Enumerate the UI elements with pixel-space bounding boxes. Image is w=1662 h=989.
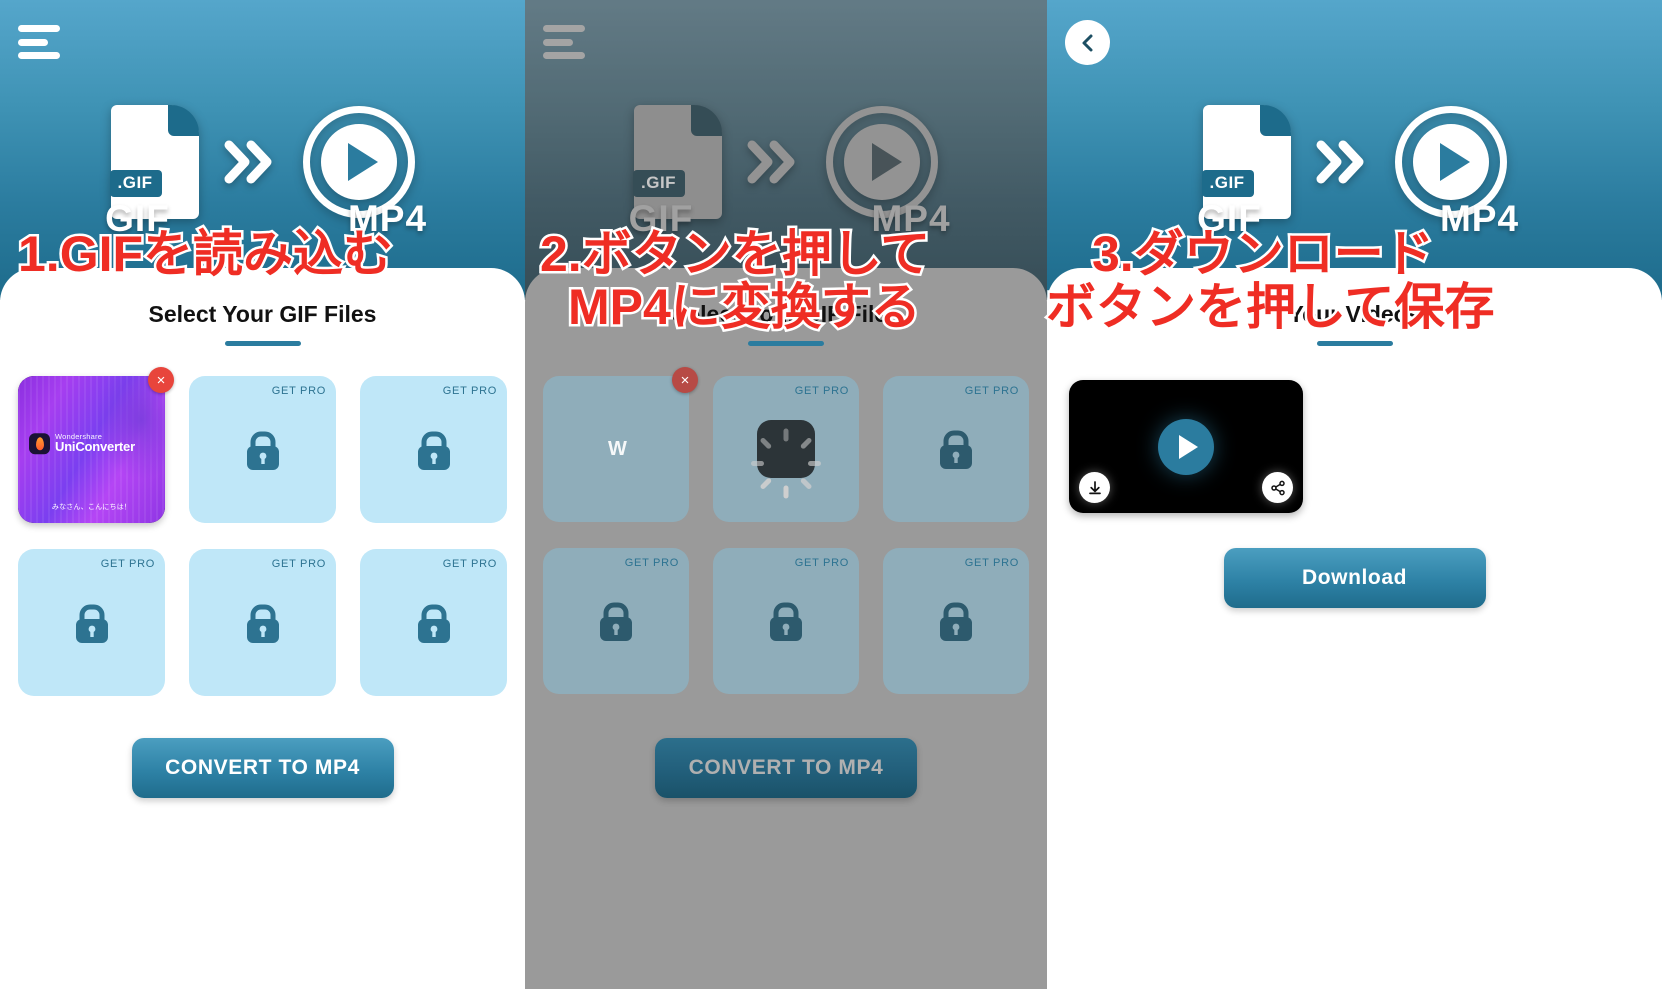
content-sheet-1: Select Your GIF Files Wondershare UniCon…	[0, 268, 525, 989]
double-chevron-right-icon	[1315, 135, 1371, 189]
gif-file-tag: .GIF	[1201, 170, 1254, 197]
get-pro-badge: GET PRO	[442, 558, 497, 570]
get-pro-badge: GET PRO	[271, 385, 326, 397]
mp4-label: MP4	[347, 198, 428, 239]
title-underline	[748, 341, 824, 346]
gif-tile-grid-2: W × GET PRO GET PRO GET PRO GET PRO GET …	[543, 367, 1029, 694]
title-underline	[1316, 341, 1393, 346]
lock-icon	[75, 604, 108, 643]
get-pro-badge: GET PRO	[624, 557, 679, 569]
locked-tile[interactable]: GET PRO	[18, 549, 165, 696]
back-button[interactable]	[1065, 20, 1110, 65]
locked-tile[interactable]: GET PRO	[189, 549, 336, 696]
gif-thumbnail: Wondershare UniConverter みなさん、こんにちは！	[18, 376, 165, 523]
wondershare-logo: Wondershare UniConverter	[29, 431, 135, 455]
selected-gif-tile[interactable]: Wondershare UniConverter みなさん、こんにちは！ ×	[18, 367, 174, 523]
locked-tile[interactable]: GET PRO	[360, 549, 507, 696]
gif-label: GIF	[105, 198, 170, 239]
format-labels-3: GIF MP4	[1047, 198, 1662, 240]
download-button[interactable]: Download	[1223, 548, 1486, 608]
get-pro-badge: GET PRO	[794, 385, 849, 397]
mp4-label: MP4	[1439, 198, 1520, 239]
hamburger-menu-icon[interactable]	[18, 22, 64, 62]
locked-tile[interactable]: GET PRO	[883, 548, 1029, 694]
content-sheet-2: Select Your GIF Files W × GET PRO GET PR…	[525, 268, 1047, 989]
title-underline	[224, 341, 301, 346]
hero-gradient-3: .GIF GIF MP4	[1047, 0, 1662, 300]
download-icon[interactable]	[1079, 472, 1110, 503]
lock-icon	[940, 602, 972, 641]
convert-to-mp4-button[interactable]: CONVERT TO MP4	[131, 738, 394, 798]
brand-large-text: UniConverter	[55, 439, 135, 455]
lock-icon	[417, 604, 450, 643]
convert-to-mp4-button[interactable]: CONVERT TO MP4	[655, 738, 917, 798]
hero-gradient-2: .GIF GIF MP4	[525, 0, 1047, 300]
panel-step-1: .GIF GIF MP4 Select Your GIF Files Wonde…	[0, 0, 525, 989]
format-labels-1: GIF MP4	[0, 198, 525, 240]
lock-icon	[600, 602, 632, 641]
locked-tile[interactable]: GET PRO	[543, 548, 689, 694]
lock-icon	[940, 430, 972, 469]
lock-icon	[246, 431, 279, 470]
chevron-left-icon	[1082, 34, 1092, 51]
page-title: Select Your GIF Files	[148, 301, 377, 327]
play-icon[interactable]	[1158, 418, 1214, 475]
gif-label: GIF	[1197, 198, 1262, 239]
lock-icon	[246, 604, 279, 643]
mp4-label: MP4	[871, 198, 951, 239]
double-chevron-right-icon	[746, 135, 802, 189]
get-pro-badge: GET PRO	[442, 385, 497, 397]
get-pro-badge: GET PRO	[964, 385, 1019, 397]
selected-gif-tile[interactable]: W ×	[543, 367, 698, 522]
locked-tile[interactable]: GET PRO	[360, 376, 507, 523]
locked-tile[interactable]: GET PRO	[883, 376, 1029, 522]
panel-step-2: .GIF GIF MP4 Select Your GIF Files W × G…	[525, 0, 1047, 989]
page-title: Your Videos	[1288, 301, 1421, 327]
locked-tile[interactable]: GET PRO	[189, 376, 336, 523]
lock-icon	[770, 602, 802, 641]
panel-step-3: .GIF GIF MP4 Your Videos Download	[1047, 0, 1662, 989]
brand-small-text: Wondershare	[55, 431, 103, 441]
locked-tile[interactable]: GET PRO	[713, 548, 859, 694]
gif-label: GIF	[628, 198, 694, 239]
wondershare-mark-icon	[29, 433, 50, 455]
hero-gradient-1: .GIF GIF MP4	[0, 0, 525, 300]
hamburger-menu-icon[interactable]	[543, 22, 589, 62]
double-chevron-right-icon	[223, 135, 279, 189]
thumbnail-caption: みなさん、こんにちは！	[51, 504, 132, 511]
gif-file-tag: .GIF	[633, 170, 686, 197]
close-icon[interactable]: ×	[672, 367, 698, 393]
gif-tile-grid-1: Wondershare UniConverter みなさん、こんにちは！ × G…	[18, 367, 507, 696]
format-labels-2: GIF MP4	[525, 198, 1047, 240]
wondershare-mark-icon: W	[608, 437, 627, 460]
gif-file-tag: .GIF	[109, 170, 162, 197]
get-pro-badge: GET PRO	[964, 557, 1019, 569]
get-pro-badge: GET PRO	[271, 558, 326, 570]
video-card[interactable]	[1069, 380, 1303, 513]
close-icon[interactable]: ×	[148, 367, 174, 393]
page-title: Select Your GIF Files	[672, 301, 900, 327]
get-pro-badge: GET PRO	[794, 557, 849, 569]
content-sheet-3: Your Videos Download	[1047, 268, 1662, 989]
spinner-icon	[751, 420, 821, 499]
lock-icon	[417, 431, 450, 470]
get-pro-badge: GET PRO	[100, 558, 155, 570]
three-step-tutorial-screenshot: .GIF GIF MP4 Select Your GIF Files Wonde…	[0, 0, 1662, 989]
share-icon[interactable]	[1262, 472, 1293, 503]
loading-tile[interactable]: GET PRO	[713, 376, 859, 522]
